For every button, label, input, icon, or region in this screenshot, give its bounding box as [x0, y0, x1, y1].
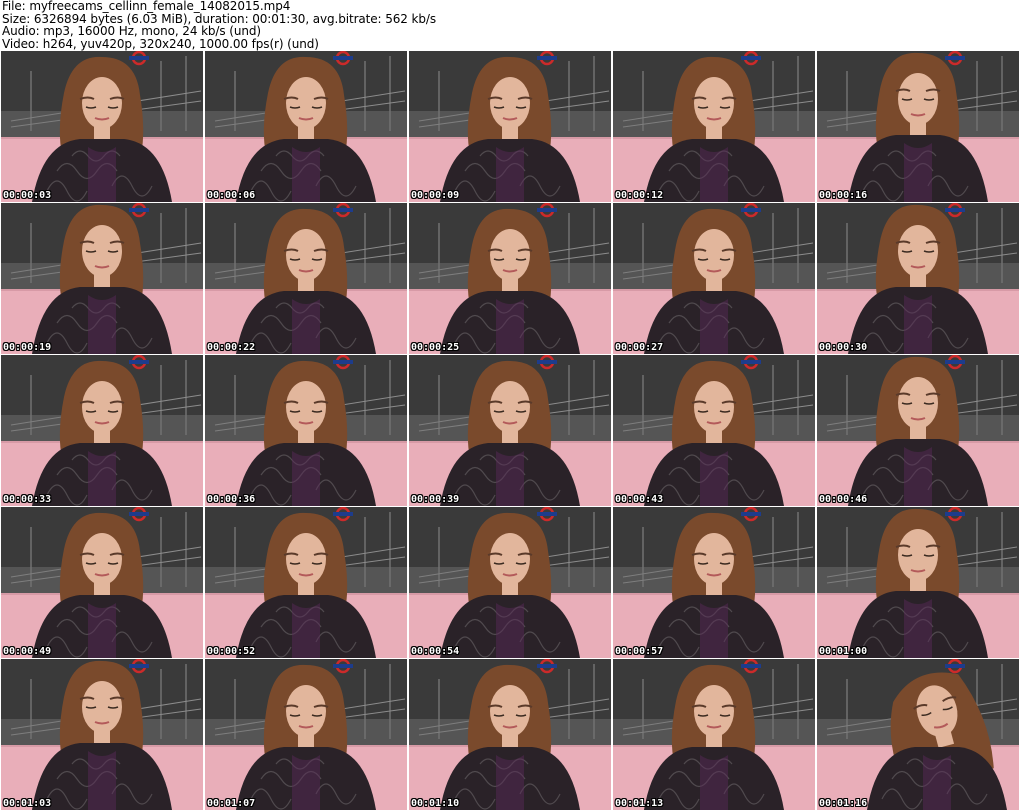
frame-timestamp: 00:01:00	[819, 646, 868, 657]
frame-image	[409, 51, 611, 202]
video-frame-thumbnail: 00:00:16	[817, 51, 1019, 202]
frame-timestamp: 00:00:43	[615, 494, 664, 505]
file-name-line: File: myfreecams_cellinn_female_14082015…	[2, 0, 291, 13]
frame-image	[817, 507, 1019, 658]
frame-timestamp: 00:00:22	[207, 342, 256, 353]
frame-image	[205, 203, 407, 354]
frame-timestamp: 00:00:03	[3, 190, 52, 201]
video-frame-thumbnail: 00:01:00	[817, 507, 1019, 658]
frame-image	[613, 507, 815, 658]
frame-timestamp: 00:00:39	[411, 494, 460, 505]
video-frame-thumbnail: 00:00:30	[817, 203, 1019, 354]
audio-info-line: Audio: mp3, 16000 Hz, mono, 24 kb/s (und…	[2, 24, 261, 38]
video-frame-thumbnail: 00:00:06	[205, 51, 407, 202]
frame-image	[1, 355, 203, 506]
frame-image	[817, 51, 1019, 202]
frame-image	[409, 203, 611, 354]
frame-timestamp: 00:00:16	[819, 190, 868, 201]
frame-image	[817, 203, 1019, 354]
frame-timestamp: 00:01:07	[207, 798, 256, 809]
frame-timestamp: 00:01:13	[615, 798, 664, 809]
video-frame-thumbnail: 00:00:19	[1, 203, 203, 354]
video-frame-thumbnail: 00:00:52	[205, 507, 407, 658]
frame-image	[409, 659, 611, 810]
thumbnail-grid: 00:00:03 00:00:06 00:00:09 00:00:12 00:0…	[1, 51, 1019, 810]
frame-image	[613, 659, 815, 810]
frame-image	[817, 659, 1019, 810]
video-frame-thumbnail: 00:01:16	[817, 659, 1019, 810]
frame-image	[613, 51, 815, 202]
frame-timestamp: 00:00:33	[3, 494, 52, 505]
video-frame-thumbnail: 00:00:09	[409, 51, 611, 202]
frame-image	[409, 355, 611, 506]
frame-timestamp: 00:01:10	[411, 798, 460, 809]
frame-timestamp: 00:00:09	[411, 190, 460, 201]
frame-image	[409, 507, 611, 658]
frame-image	[1, 203, 203, 354]
frame-image	[205, 659, 407, 810]
frame-image	[205, 355, 407, 506]
video-frame-thumbnail: 00:00:36	[205, 355, 407, 506]
frame-timestamp: 00:00:36	[207, 494, 256, 505]
video-frame-thumbnail: 00:00:22	[205, 203, 407, 354]
video-frame-thumbnail: 00:01:13	[613, 659, 815, 810]
frame-timestamp: 00:00:19	[3, 342, 52, 353]
frame-image	[613, 355, 815, 506]
video-frame-thumbnail: 00:00:27	[613, 203, 815, 354]
video-frame-thumbnail: 00:00:33	[1, 355, 203, 506]
video-frame-thumbnail: 00:00:57	[613, 507, 815, 658]
frame-timestamp: 00:00:46	[819, 494, 868, 505]
video-frame-thumbnail: 00:00:25	[409, 203, 611, 354]
frame-timestamp: 00:00:12	[615, 190, 664, 201]
frame-image	[1, 659, 203, 810]
frame-image	[613, 203, 815, 354]
frame-timestamp: 00:00:52	[207, 646, 256, 657]
frame-image	[1, 507, 203, 658]
frame-image	[205, 51, 407, 202]
video-info-line: Video: h264, yuv420p, 320x240, 1000.00 f…	[2, 36, 319, 51]
frame-timestamp: 00:00:06	[207, 190, 256, 201]
video-frame-thumbnail: 00:01:03	[1, 659, 203, 810]
video-frame-thumbnail: 00:00:54	[409, 507, 611, 658]
frame-timestamp: 00:01:03	[3, 798, 52, 809]
frame-timestamp: 00:00:49	[3, 646, 52, 657]
video-frame-thumbnail: 00:00:03	[1, 51, 203, 202]
frame-timestamp: 00:00:54	[411, 646, 460, 657]
video-frame-thumbnail: 00:00:12	[613, 51, 815, 202]
video-frame-thumbnail: 00:01:07	[205, 659, 407, 810]
frame-image	[205, 507, 407, 658]
frame-timestamp: 00:01:16	[819, 798, 868, 809]
frame-timestamp: 00:00:27	[615, 342, 664, 353]
video-frame-thumbnail: 00:00:43	[613, 355, 815, 506]
video-frame-thumbnail: 00:00:39	[409, 355, 611, 506]
file-info-header: File: myfreecams_cellinn_female_14082015…	[2, 0, 1020, 50]
video-frame-thumbnail: 00:00:46	[817, 355, 1019, 506]
frame-timestamp: 00:00:30	[819, 342, 868, 353]
frame-image	[1, 51, 203, 202]
video-frame-thumbnail: 00:01:10	[409, 659, 611, 810]
frame-timestamp: 00:00:57	[615, 646, 664, 657]
video-frame-thumbnail: 00:00:49	[1, 507, 203, 658]
frame-image	[817, 355, 1019, 506]
frame-timestamp: 00:00:25	[411, 342, 460, 353]
